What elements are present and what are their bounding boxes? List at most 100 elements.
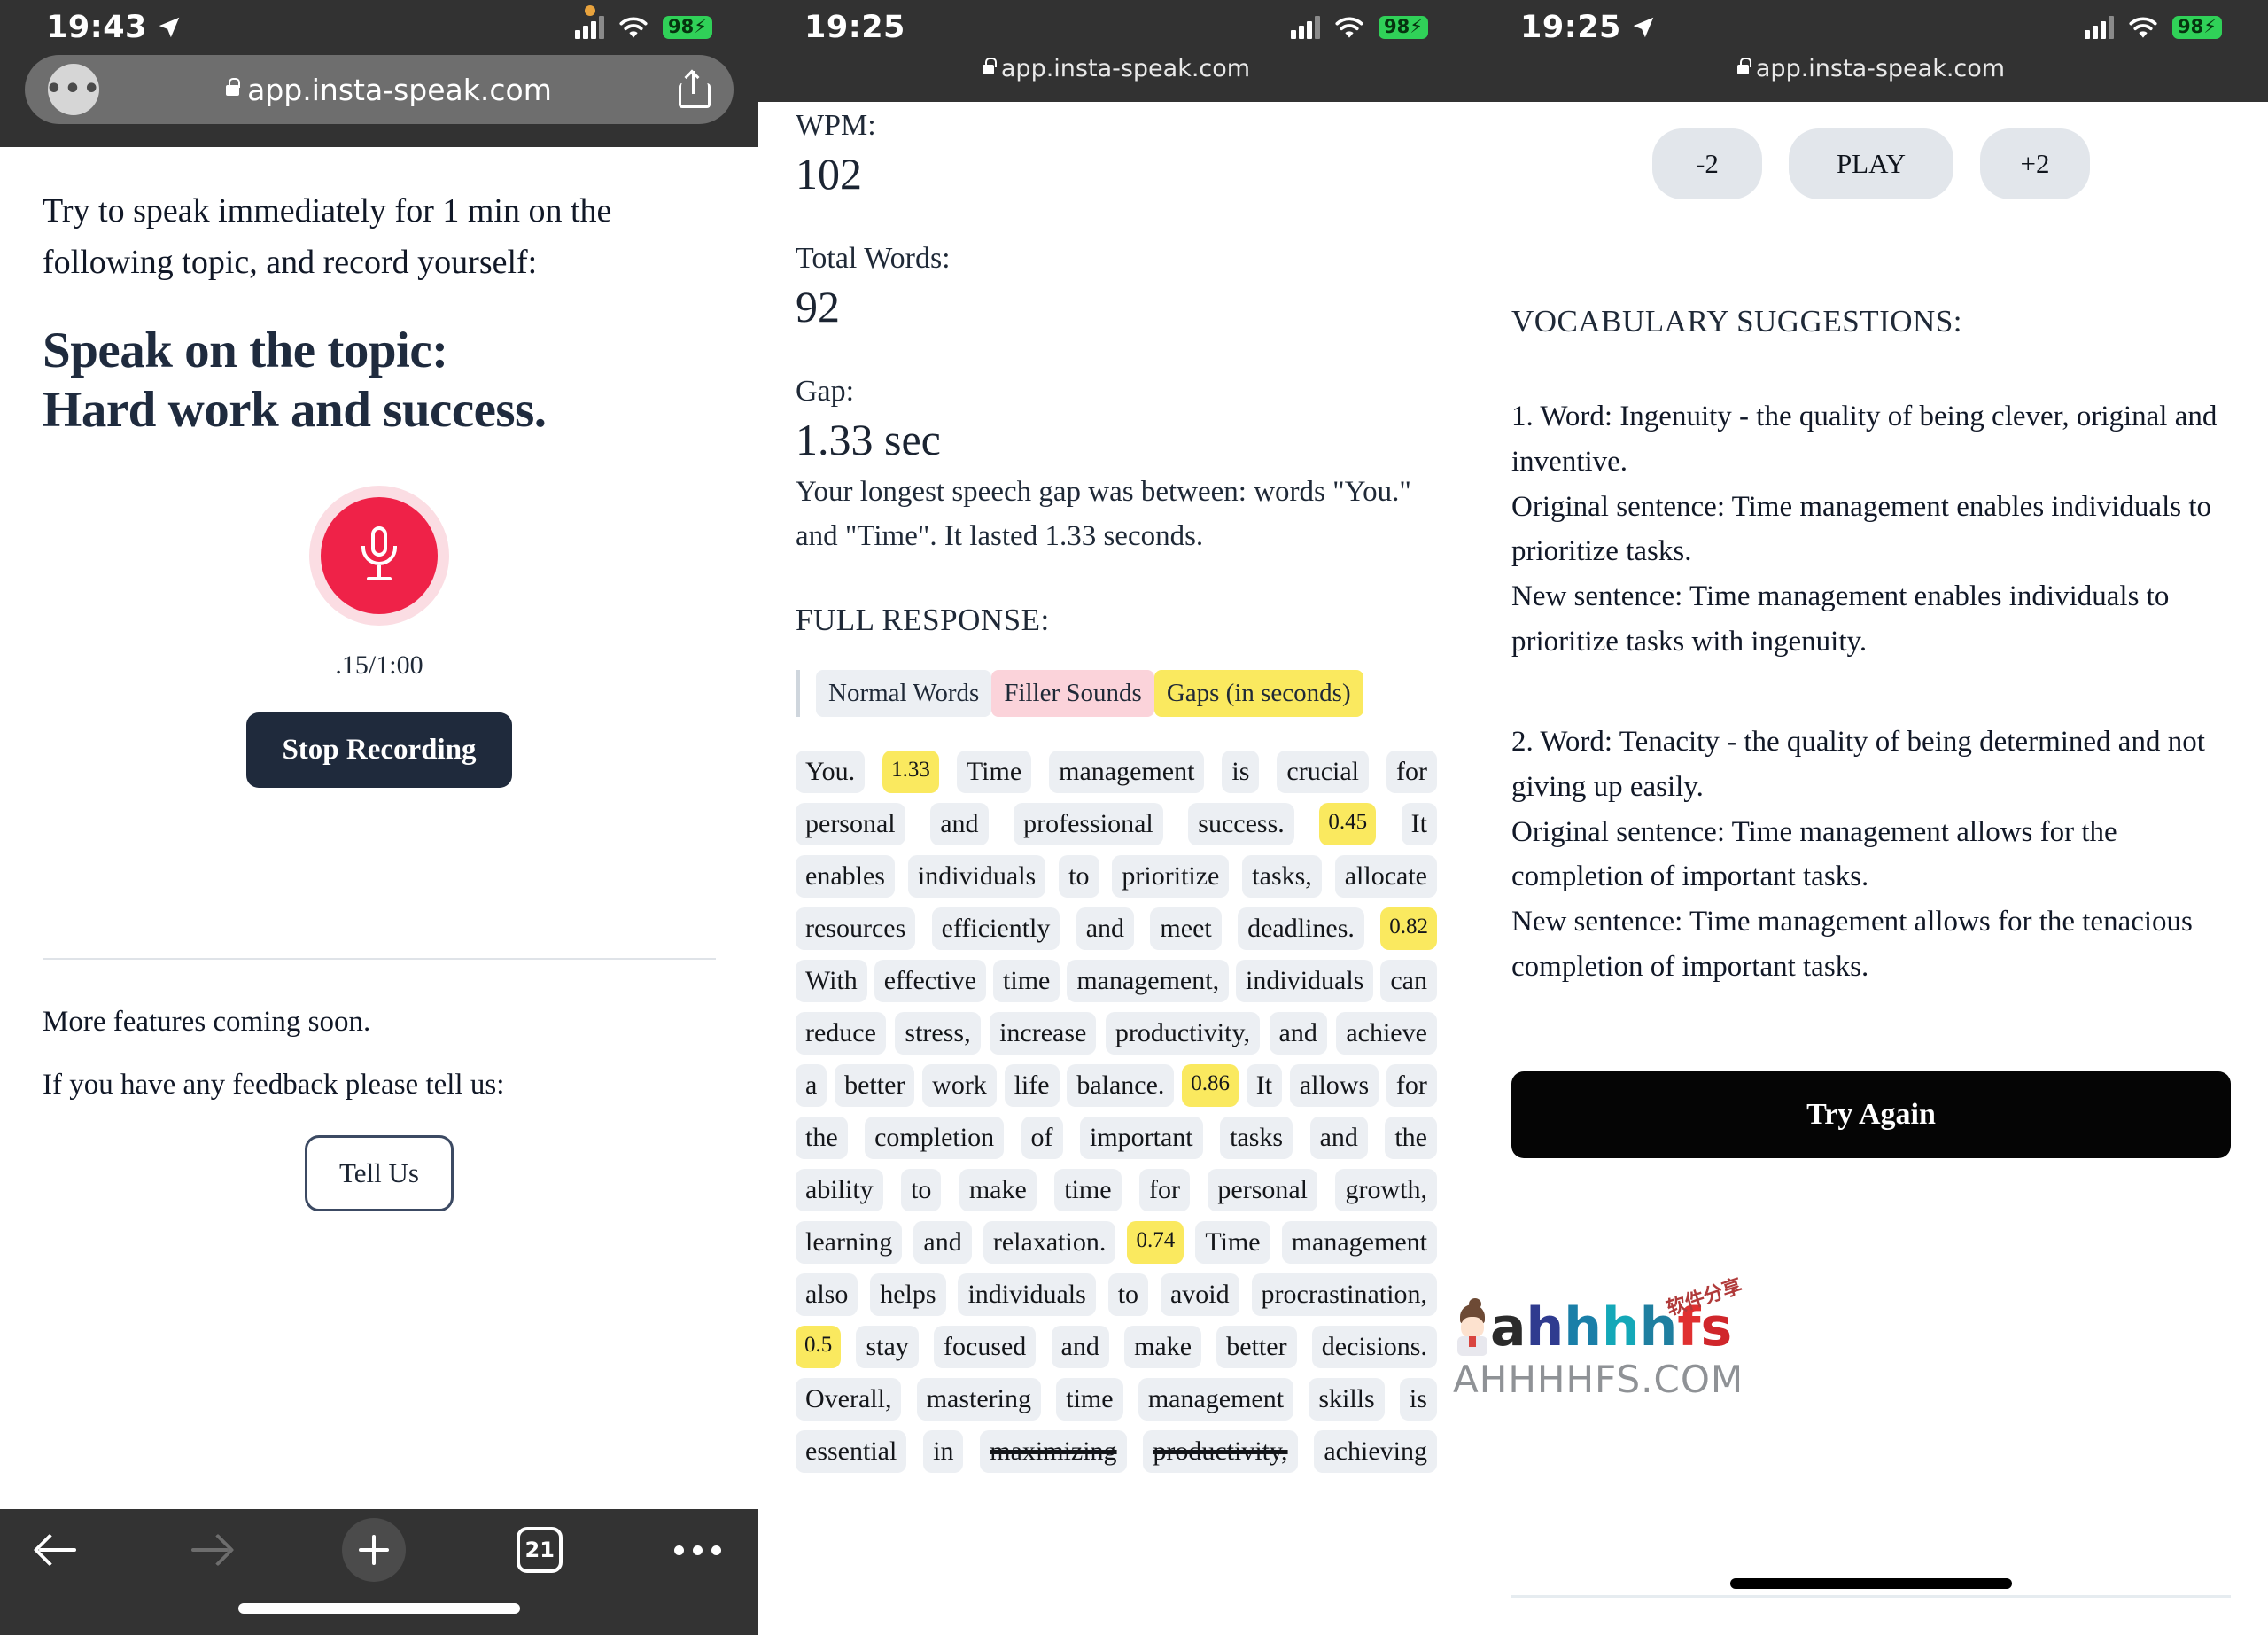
gap-chip: 0.82 — [1380, 907, 1437, 950]
home-indicator — [238, 1603, 520, 1614]
safari-address-bar-2[interactable]: app.insta-speak.com — [758, 55, 1474, 102]
lock-icon — [982, 58, 997, 74]
word-chip: in — [923, 1430, 964, 1473]
transcript-line: a better work life balance. 0.86 It allows for — [796, 1064, 1437, 1107]
page-settings-button[interactable]: ••• — [45, 64, 100, 115]
safari-address-bar-1[interactable]: ••• app.insta-speak.com — [0, 55, 758, 147]
transcript-line: the completion of important tasks and the — [796, 1117, 1437, 1159]
word-chip: and — [1309, 1117, 1368, 1159]
back-icon[interactable] — [37, 1530, 78, 1570]
try-again-button[interactable]: Try Again — [1511, 1071, 2231, 1158]
word-chip: crucial — [1277, 751, 1370, 793]
word-chip: meet — [1150, 907, 1222, 950]
word-chip: and — [913, 1221, 972, 1264]
forward-2-button[interactable]: +2 — [1980, 128, 2090, 199]
safari-toolbar: 21 — [0, 1509, 758, 1635]
gap-chip: 1.33 — [882, 751, 939, 793]
status-bar-3: 19:25 98 ⚡ app.insta-speak.com — [1474, 0, 2268, 102]
word-chip: productivity, — [1105, 1012, 1261, 1055]
cellular-signal-icon — [1291, 16, 1321, 39]
play-button[interactable]: PLAY — [1789, 128, 1953, 199]
page-title: Speak on the topic: Hard work and succes… — [43, 322, 547, 438]
word-chip: better — [835, 1064, 915, 1107]
word-chip: deadlines. — [1238, 907, 1364, 950]
word-chip: Time — [1195, 1221, 1270, 1264]
stat-label: WPM: — [796, 109, 876, 142]
word-chip: to — [1107, 1273, 1149, 1316]
stop-recording-button[interactable]: Stop Recording — [246, 712, 512, 788]
word-chip: personal — [796, 803, 905, 845]
word-chip: professional — [1014, 803, 1163, 845]
word-chip: and — [1051, 1326, 1109, 1368]
stat-label: Gap: — [796, 375, 855, 408]
page-content-1: Try to speak immediately for 1 min on th… — [0, 186, 758, 1211]
watermark-url: AHHHHFS.COM — [1453, 1358, 1744, 1401]
lock-icon — [226, 78, 241, 96]
word-chip: resources — [796, 907, 916, 950]
record-button[interactable] — [321, 497, 438, 614]
word-chip: for — [1386, 751, 1437, 793]
transcript-line: ability to make time for personal growth, — [796, 1169, 1437, 1211]
word-chip: avoid — [1160, 1273, 1239, 1316]
cellular-signal-icon — [2085, 16, 2115, 39]
tell-us-button[interactable]: Tell Us — [305, 1135, 454, 1211]
legend-item-gaps: Gaps (in seconds) — [1153, 670, 1363, 717]
word-chip: to — [901, 1169, 942, 1211]
transcript-line: personal and professional success. 0.45 It — [796, 803, 1437, 845]
stat-gap: Gap: 1.33 sec Your longest speech gap wa… — [796, 375, 1437, 558]
word-chip: personal — [1208, 1169, 1318, 1211]
phone-screenshot-2: 19:25 98 ⚡ app.insta-speak.com WPM: 102 … — [758, 0, 1474, 1635]
word-chip: better — [1216, 1326, 1297, 1368]
status-time: 19:43 — [46, 10, 183, 45]
mic-in-use-indicator — [585, 5, 595, 16]
divider — [1511, 1595, 2231, 1598]
new-tab-icon[interactable] — [341, 1518, 406, 1582]
word-chip: achieve — [1336, 1012, 1437, 1055]
word-chip: enables — [796, 855, 895, 898]
forward-icon — [190, 1530, 230, 1570]
audio-player-controls: -2 PLAY +2 — [1511, 128, 2231, 199]
home-indicator — [1730, 1578, 2012, 1589]
charging-bolt-icon: ⚡ — [694, 16, 707, 37]
status-time: 19:25 — [1520, 10, 1657, 45]
stat-label: Total Words: — [796, 242, 951, 275]
word-chip: stress, — [895, 1012, 981, 1055]
tab-overview-icon[interactable]: 21 — [517, 1527, 563, 1573]
rewind-2-button[interactable]: -2 — [1652, 128, 1762, 199]
word-chip: Time — [956, 751, 1032, 793]
word-chip: the — [796, 1117, 848, 1159]
word-chip: tasks — [1220, 1117, 1293, 1159]
transcript-line: Overall, mastering time management skills is — [796, 1378, 1437, 1421]
safari-address-bar-3[interactable]: app.insta-speak.com — [1474, 55, 2268, 102]
word-chip: completion — [865, 1117, 1005, 1159]
word-chip: reduce — [796, 1012, 886, 1055]
word-chip: stay — [856, 1326, 919, 1368]
word-chip: for — [1138, 1169, 1190, 1211]
word-chip: also — [796, 1273, 858, 1316]
location-arrow-icon — [159, 17, 180, 38]
microphone-icon — [361, 526, 397, 585]
word-chip: mastering — [916, 1378, 1042, 1421]
divider — [43, 958, 716, 960]
record-control[interactable] — [43, 486, 716, 626]
word-chip: helps — [870, 1273, 946, 1316]
status-time: 19:25 — [804, 10, 905, 45]
word-chip: balance. — [1067, 1064, 1175, 1107]
share-icon[interactable] — [679, 69, 711, 108]
stat-value: 1.33 sec — [796, 415, 941, 464]
word-chip: work — [922, 1064, 997, 1107]
word-chip: maximizing — [980, 1430, 1127, 1473]
legend: Normal Words Filler Sounds Gaps (in seco… — [796, 670, 1437, 717]
word-chip: decisions. — [1311, 1326, 1437, 1368]
page-content-2: WPM: 102 Total Words: 92 Gap: 1.33 sec Y… — [758, 109, 1474, 1473]
gap-chip: 0.45 — [1319, 803, 1377, 845]
transcript-line: learning and relaxation. 0.74 Time management — [796, 1221, 1437, 1264]
address-bar-url[interactable]: app.insta-speak.com — [99, 73, 679, 107]
wifi-icon — [1335, 17, 1363, 38]
transcript-line: 0.5 stay focused and make better decisions. — [796, 1326, 1437, 1368]
more-options-icon[interactable] — [674, 1545, 721, 1555]
charging-bolt-icon: ⚡ — [1410, 16, 1423, 37]
word-chip: prioritize — [1112, 855, 1230, 898]
word-chip: management — [1049, 751, 1205, 793]
status-bar-1: 19:43 98 ⚡ ••• app.insta-speak.com — [0, 0, 758, 147]
